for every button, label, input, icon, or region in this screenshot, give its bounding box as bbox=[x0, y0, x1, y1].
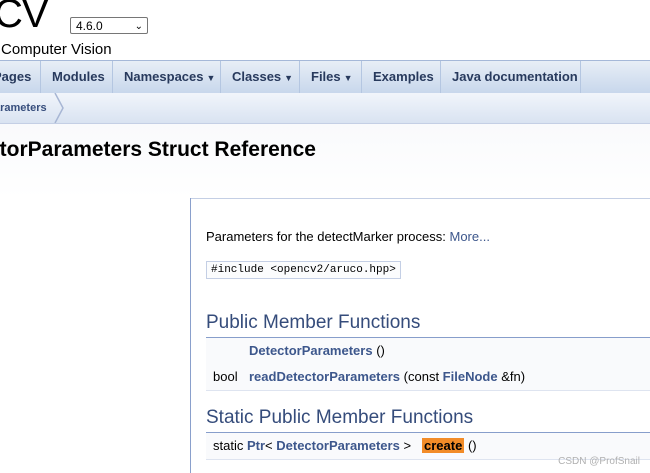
member-decl: readDetectorParameters (const FileNode &… bbox=[249, 364, 525, 390]
version-select[interactable]: 4.6.0 ⌄ bbox=[70, 17, 148, 34]
member-type: bool bbox=[213, 369, 238, 384]
type-link-detectorparameters[interactable]: DetectorParameters bbox=[276, 438, 400, 453]
tab-label: Examples bbox=[373, 69, 434, 84]
tab-files[interactable]: Files ▼ bbox=[300, 61, 362, 93]
tab-label: Modules bbox=[52, 69, 105, 84]
member-row: DetectorParameters () bbox=[206, 338, 650, 365]
project-brief: Computer Vision bbox=[1, 41, 112, 58]
title-area: ctorParameters Struct Reference bbox=[0, 124, 650, 199]
type-link-ptr[interactable]: Ptr bbox=[247, 438, 265, 453]
tab-label: Java documentation bbox=[452, 69, 578, 84]
member-link-create[interactable]: create bbox=[422, 438, 465, 453]
include-line: #include <opencv2/aruco.hpp> bbox=[206, 261, 401, 279]
struct-brief: Parameters for the detectMarker process:… bbox=[206, 229, 490, 244]
nav-tabs: Pages Modules Namespaces▼ Classes▼ Files… bbox=[0, 60, 650, 94]
member-args: () bbox=[376, 343, 385, 358]
type-mid: < bbox=[265, 438, 273, 453]
tab-label: Pages bbox=[0, 69, 32, 84]
type-static: static bbox=[213, 438, 244, 453]
tab-examples[interactable]: Examples bbox=[362, 61, 441, 93]
chevron-down-icon: ⌄ bbox=[134, 21, 143, 32]
brief-text: Parameters for the detectMarker process: bbox=[206, 229, 446, 244]
tab-classes[interactable]: Classes ▼ bbox=[221, 61, 300, 93]
caret-down-icon: ▼ bbox=[343, 73, 353, 83]
member-type: static Ptr< DetectorParameters > bbox=[213, 433, 411, 459]
breadcrumb-item[interactable]: arameters bbox=[0, 93, 47, 123]
member-args: () bbox=[467, 438, 477, 453]
tab-pages[interactable]: Pages bbox=[0, 61, 41, 93]
member-row: bool readDetectorParameters (const FileN… bbox=[206, 364, 650, 391]
watermark: CSDN @ProfSnail bbox=[558, 456, 640, 467]
side-nav-panel bbox=[0, 198, 191, 473]
member-link-readdetectorparameters[interactable]: readDetectorParameters bbox=[249, 369, 400, 384]
caret-down-icon: ▼ bbox=[284, 73, 294, 83]
tab-java-documentation[interactable]: Java documentation bbox=[441, 61, 581, 93]
member-link-detectorparameters[interactable]: DetectorParameters bbox=[249, 343, 373, 358]
breadcrumb-separator-icon bbox=[54, 93, 64, 123]
main-content: Parameters for the detectMarker process:… bbox=[191, 198, 650, 473]
version-value: 4.6.0 bbox=[76, 19, 103, 33]
member-args-pre: (const bbox=[403, 369, 443, 384]
member-decl: create () bbox=[422, 433, 477, 459]
tab-label: Namespaces bbox=[124, 69, 204, 84]
tab-label: Classes bbox=[232, 69, 282, 84]
type-post: > bbox=[403, 438, 412, 453]
member-decl: DetectorParameters () bbox=[249, 338, 385, 364]
section-public-member-functions: Public Member Functions bbox=[206, 312, 421, 333]
tab-namespaces[interactable]: Namespaces ▼ bbox=[113, 61, 221, 93]
section-static-public-member-functions: Static Public Member Functions bbox=[206, 407, 474, 428]
member-args-post: &fn) bbox=[497, 369, 526, 384]
tab-modules[interactable]: Modules bbox=[41, 61, 113, 93]
type-link-filenode[interactable]: FileNode bbox=[443, 369, 498, 384]
caret-down-icon: ▼ bbox=[206, 73, 216, 83]
tab-label: Files bbox=[311, 69, 341, 84]
page-title: ctorParameters Struct Reference bbox=[0, 138, 316, 161]
project-name: CV bbox=[0, 0, 49, 36]
more-link[interactable]: More... bbox=[450, 229, 490, 244]
breadcrumb: arameters bbox=[0, 93, 650, 124]
